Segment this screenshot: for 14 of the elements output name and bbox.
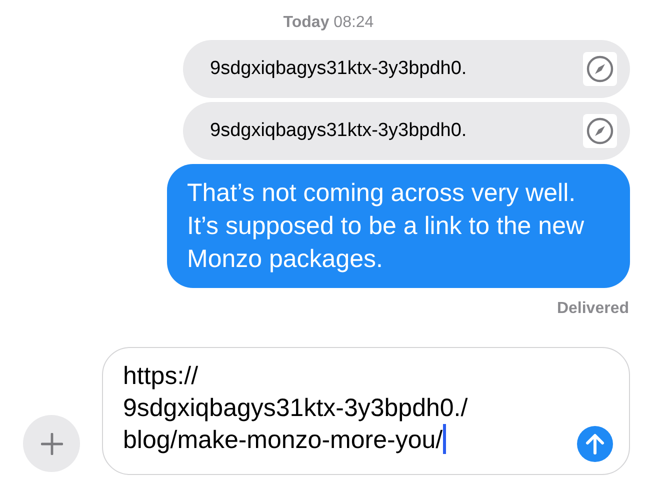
link-preview-bubble[interactable]: 9sdgxiqbagys31ktx-3y3bpdh0. [183, 40, 630, 98]
link-preview-bubble[interactable]: 9sdgxiqbagys31ktx-3y3bpdh0. [183, 102, 630, 160]
plus-icon [40, 432, 62, 454]
compass-icon [583, 52, 617, 86]
arrow-up-icon [585, 433, 605, 455]
message-bubble: That’s not coming across very well. It’s supposed to be a link to the new Monzo packages. [167, 164, 630, 288]
message-input-field[interactable]: https:// 9sdgxiqbagys31ktx-3y3bpdh0./ blog/make-monzo-more-you/ [102, 347, 630, 475]
timestamp: Today 08:24 [282, 13, 375, 33]
message-text: https:// 9sdgxiqbagys31ktx-3y3bpdh0./ blog/make-monzo-more-you/ [123, 361, 468, 456]
link-text: 9sdgxiqbagys31ktx-3y3bpdh0. [210, 56, 467, 81]
delivery-status: Delivered [556, 299, 630, 319]
compass-icon [583, 114, 617, 148]
link-text: 9sdgxiqbagys31ktx-3y3bpdh0. [210, 118, 467, 143]
send-button[interactable] [577, 426, 613, 462]
